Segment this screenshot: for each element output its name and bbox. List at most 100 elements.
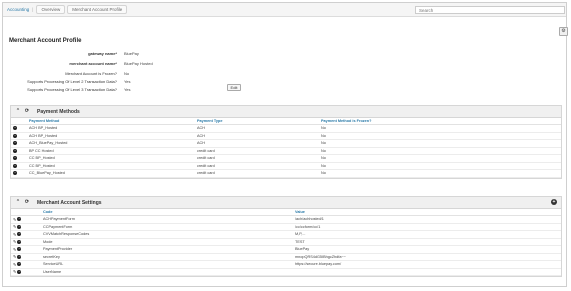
field-label: gateway name*: [88, 51, 117, 56]
table-row: − BP CC Hosted credit card No: [11, 147, 561, 155]
cell-value: mnopQRS4dG5IBhgcZhdfa~~: [293, 253, 561, 261]
collapse-icon[interactable]: ⌃: [15, 199, 21, 205]
table-row: − CC BP_Hosted credit card No: [11, 154, 561, 163]
refresh-icon[interactable]: ⟳: [24, 199, 30, 205]
table-row: ✎ − secretKey mnopQRS4dG5IBhgcZhdfa~~: [11, 253, 561, 261]
remove-icon[interactable]: −: [13, 126, 17, 131]
cell-value: M,P,...: [293, 230, 561, 239]
cell-value: https://secure.bluepay.com/: [293, 260, 561, 269]
merchant-settings-table: Code Value ✎ − ACHPaymentForm/ach/achhoste…: [11, 209, 561, 276]
edit-pencil-icon[interactable]: ✎: [13, 269, 16, 274]
row-actions: ✎ −: [11, 268, 41, 276]
field-value: No: [124, 71, 130, 76]
cell-value: /cc/ccform/cc/1: [293, 223, 561, 231]
row-actions: ✎ −: [11, 253, 41, 261]
field-label: Supports Processing Of Level 2 Transacti…: [27, 79, 117, 84]
merchant-settings-header: ⌃ ⟳ Merchant Account Settings +: [11, 197, 561, 209]
breadcrumb: Accounting | Overview Merchant Account P…: [7, 5, 129, 14]
cell-payment-method[interactable]: ACH_BluePay_Hosted: [27, 139, 195, 148]
cell-payment-method[interactable]: ACH BP_Hosted: [27, 132, 195, 140]
remove-icon[interactable]: −: [13, 133, 17, 138]
cell-payment-type: credit card: [195, 169, 319, 178]
cell-frozen: No: [319, 139, 561, 148]
table-row: ✎ − UserName: [11, 268, 561, 276]
cell-payment-method[interactable]: CC BP_Hosted: [27, 154, 195, 163]
cell-frozen: No: [319, 147, 561, 155]
cell-value: BluePay: [293, 245, 561, 254]
remove-icon[interactable]: −: [13, 171, 17, 176]
remove-icon[interactable]: −: [17, 262, 22, 267]
row-actions: −: [11, 124, 27, 133]
cell-code: ACHPaymentForm: [41, 215, 293, 224]
merchant-settings-panel: ⌃ ⟳ Merchant Account Settings + Code Val…: [10, 196, 562, 277]
cell-code: Mode: [41, 238, 293, 246]
remove-icon[interactable]: −: [17, 269, 22, 274]
refresh-icon[interactable]: ⟳: [24, 108, 30, 114]
row-actions: −: [11, 162, 27, 170]
cell-payment-method[interactable]: CC BP_Hosted: [27, 162, 195, 170]
cell-payment-type: credit card: [195, 162, 319, 170]
edit-pencil-icon[interactable]: ✎: [13, 239, 16, 244]
remove-icon[interactable]: −: [17, 239, 22, 244]
cell-frozen: No: [319, 154, 561, 163]
payment-methods-title: Payment Methods: [37, 109, 80, 115]
table-row: − ACH BP_Hosted ACH No: [11, 124, 561, 133]
table-row: − ACH_BluePay_Hosted ACH No: [11, 139, 561, 148]
edit-pencil-icon[interactable]: ✎: [13, 254, 16, 259]
cell-payment-type: ACH: [195, 139, 319, 148]
page-title: Merchant Account Profile: [9, 38, 82, 44]
cell-frozen: No: [319, 124, 561, 133]
cell-value: /ach/achhosted/1: [293, 215, 561, 224]
cell-payment-type: ACH: [195, 132, 319, 140]
edit-pencil-icon[interactable]: ✎: [13, 247, 16, 252]
remove-icon[interactable]: −: [13, 156, 17, 161]
table-row: − CC BP_Hosted credit card No: [11, 162, 561, 170]
row-actions: −: [11, 154, 27, 163]
cell-payment-type: ACH: [195, 124, 319, 133]
row-actions: ✎ −: [11, 260, 41, 269]
cell-code: CVVMatchResponseCodes: [41, 230, 293, 239]
row-actions: ✎ −: [11, 230, 41, 239]
field-value: BluePay: [124, 51, 139, 56]
breadcrumb-accounting[interactable]: Accounting: [7, 7, 29, 12]
collapse-icon[interactable]: ⌃: [15, 108, 21, 114]
cell-code: CCPaymentForm: [41, 223, 293, 231]
edit-pencil-icon[interactable]: ✎: [13, 217, 16, 222]
search-input[interactable]: [415, 6, 565, 14]
cell-payment-method[interactable]: BP CC Hosted: [27, 147, 195, 155]
remove-icon[interactable]: −: [17, 217, 22, 222]
remove-icon[interactable]: −: [13, 141, 17, 146]
field-label: Merchant Account is Frozen?: [65, 71, 117, 76]
cell-payment-method[interactable]: CC_BluePay_Hosted: [27, 169, 195, 178]
edit-pencil-icon[interactable]: ✎: [13, 232, 16, 237]
field-label: Supports Processing Of Level 3 Transacti…: [27, 87, 117, 92]
cell-frozen: No: [319, 132, 561, 140]
payment-methods-table: Payment Method Payment Type Payment Meth…: [11, 118, 561, 178]
top-bar: Accounting | Overview Merchant Account P…: [3, 3, 566, 17]
table-row: ✎ − Mode TEST: [11, 238, 561, 246]
edit-button[interactable]: Edit: [227, 84, 241, 91]
remove-icon[interactable]: −: [17, 232, 22, 237]
breadcrumb-overview[interactable]: Overview: [36, 5, 66, 14]
remove-icon[interactable]: −: [17, 224, 22, 229]
settings-gear-icon[interactable]: ⚙: [559, 27, 568, 36]
cell-value: [293, 268, 561, 276]
remove-icon[interactable]: −: [13, 163, 17, 168]
payment-methods-panel: ⌃ ⟳ Payment Methods Payment Method Payme…: [10, 105, 562, 179]
edit-pencil-icon[interactable]: ✎: [13, 224, 16, 229]
cell-code: UserName: [41, 268, 293, 276]
row-actions: −: [11, 147, 27, 155]
table-row: − CC_BluePay_Hosted credit card No: [11, 169, 561, 178]
remove-icon[interactable]: −: [17, 247, 22, 252]
cell-payment-method[interactable]: ACH BP_Hosted: [27, 124, 195, 133]
cell-value: TEST: [293, 238, 561, 246]
cell-code: secretKey: [41, 253, 293, 261]
row-actions: ✎ −: [11, 245, 41, 254]
field-value: BluePay Hosted: [124, 61, 153, 66]
row-actions: −: [11, 139, 27, 148]
remove-icon[interactable]: −: [17, 254, 22, 259]
edit-pencil-icon[interactable]: ✎: [13, 262, 16, 267]
remove-icon[interactable]: −: [13, 148, 17, 153]
field-value: Yes: [124, 79, 131, 84]
add-icon[interactable]: +: [551, 199, 557, 205]
